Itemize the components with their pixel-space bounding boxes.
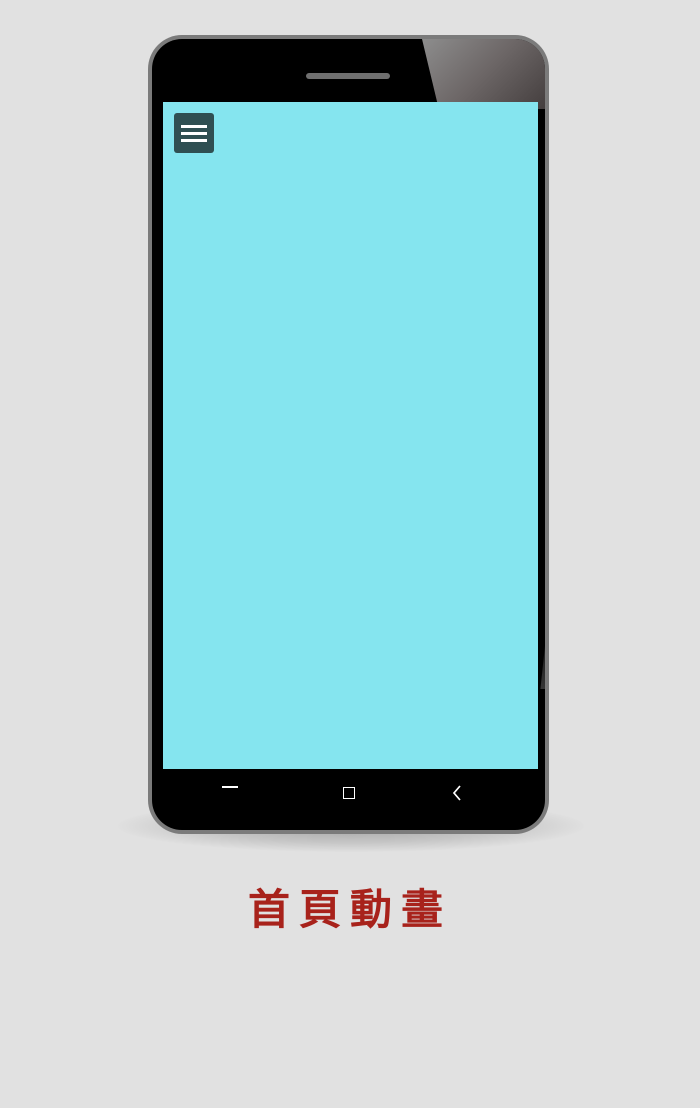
square-icon[interactable] — [343, 787, 355, 799]
phone-body — [152, 39, 545, 830]
phone-glare — [422, 39, 545, 109]
phone-frame — [148, 35, 549, 834]
hamburger-menu-icon — [181, 125, 207, 128]
navigation-bar — [152, 769, 545, 829]
chevron-left-icon[interactable] — [451, 784, 463, 802]
menu-button[interactable] — [174, 113, 214, 153]
earpiece-speaker — [306, 73, 390, 79]
phone-edge-glare — [540, 599, 545, 689]
hamburger-menu-icon-line-2 — [181, 132, 207, 135]
page-caption: 首頁動畫 — [247, 885, 452, 934]
minus-icon[interactable] — [222, 786, 238, 788]
phone-screen — [163, 102, 538, 769]
hamburger-menu-icon-line-3 — [181, 139, 207, 142]
